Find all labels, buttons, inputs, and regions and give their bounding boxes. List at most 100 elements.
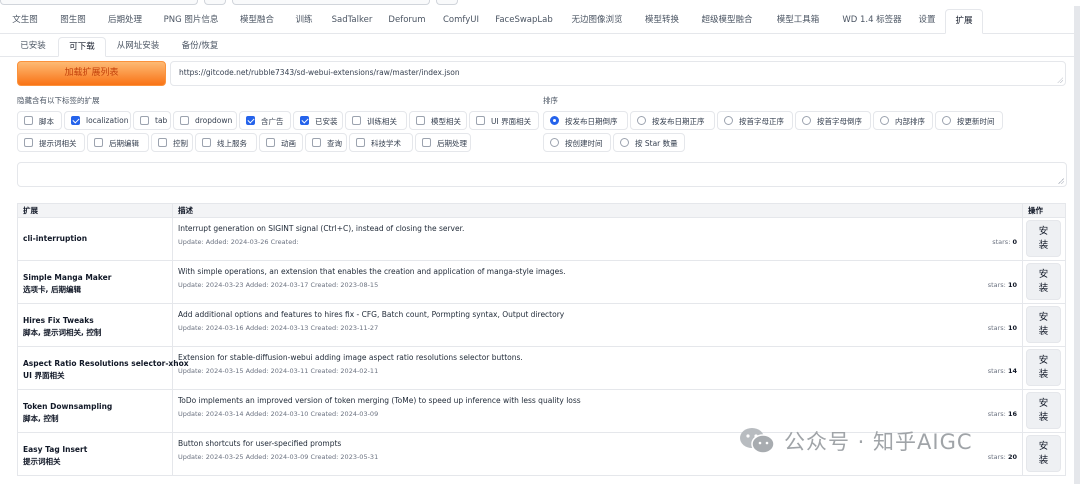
tab-deforum[interactable]: Deforum — [384, 9, 430, 32]
tab-extras[interactable]: 后期处理 — [100, 9, 150, 32]
hide-tag-models[interactable]: 模型相关 — [409, 111, 467, 130]
hide-tag-script[interactable]: 脚本 — [17, 111, 62, 130]
install-button[interactable]: 安装 — [1026, 220, 1061, 257]
hide-tag-installed[interactable]: 已安装 — [293, 111, 343, 130]
top-dropdown[interactable] — [0, 0, 198, 5]
checkbox-icon[interactable] — [158, 138, 167, 147]
checkbox-icon[interactable] — [416, 116, 425, 125]
hide-tag-postprocessing[interactable]: 后期处理 — [415, 133, 471, 152]
watermark: 公众号 · 知乎AIGC — [738, 424, 973, 458]
radio-selected-icon[interactable] — [550, 116, 559, 125]
extension-cell: Aspect Ratio Resolutions selector-xhox UI… — [17, 346, 189, 390]
extension-name-link[interactable]: Token Downsampling — [23, 402, 112, 411]
sort-newest-first[interactable]: 按发布日期倒序 — [543, 111, 628, 130]
tab-model-toolkit[interactable]: 模型工具箱 — [767, 9, 829, 32]
checkbox-icon[interactable] — [24, 116, 33, 125]
tab-txt2img[interactable]: 文生图 — [6, 9, 44, 32]
tab-png-info[interactable]: PNG 图片信息 — [157, 9, 225, 32]
checkbox-icon[interactable] — [94, 138, 103, 147]
checkbox-icon[interactable] — [140, 116, 149, 125]
checkbox-checked-icon[interactable] — [71, 116, 80, 125]
tab-checkpoint-merger[interactable]: 模型融合 — [232, 9, 282, 32]
tab-train[interactable]: 训练 — [288, 9, 320, 32]
hide-tag-tab[interactable]: tab — [133, 111, 171, 130]
checkbox-icon[interactable] — [476, 116, 485, 125]
checkbox-icon[interactable] — [202, 138, 211, 147]
sort-stars[interactable]: 按 Star 数量 — [613, 133, 685, 152]
install-button[interactable]: 安装 — [1026, 392, 1061, 429]
sort-oldest-first[interactable]: 按发布日期正序 — [630, 111, 715, 130]
checkbox-icon[interactable] — [266, 138, 275, 147]
radio-icon[interactable] — [802, 116, 811, 125]
radio-icon[interactable] — [550, 138, 559, 147]
load-extension-list-button[interactable]: 加载扩展列表 — [17, 61, 166, 86]
scrollbar-track[interactable] — [1074, 6, 1080, 484]
tab-extensions[interactable]: 扩展 — [945, 9, 983, 34]
hide-tag-dropdown[interactable]: dropdown — [173, 111, 237, 130]
checkbox-checked-icon[interactable] — [246, 116, 255, 125]
install-button[interactable]: 安装 — [1026, 349, 1061, 386]
tab-sadtalker[interactable]: SadTalker — [326, 9, 378, 32]
tab-model-converter[interactable]: 模型转换 — [637, 9, 687, 32]
description-cell: Extension for stable-diffusion-webui add… — [172, 346, 1023, 390]
hide-tag-editing[interactable]: 后期编辑 — [87, 133, 149, 152]
sort-z-a[interactable]: 按首字母倒序 — [795, 111, 871, 130]
radio-icon[interactable] — [724, 116, 733, 125]
radio-icon[interactable] — [942, 116, 951, 125]
sort-create-time[interactable]: 按创建时间 — [543, 133, 611, 152]
top-refresh-button[interactable] — [204, 0, 226, 5]
top-refresh-button-2[interactable] — [436, 0, 458, 5]
extension-name-link[interactable]: Simple Manga Maker — [23, 273, 111, 282]
tab-img2img[interactable]: 图生图 — [52, 9, 94, 32]
subtab-available[interactable]: 可下载 — [58, 37, 106, 57]
hide-tag-ui-related[interactable]: UI 界面相关 — [469, 111, 539, 130]
search-textarea[interactable] — [17, 162, 1067, 187]
subtab-backup-restore[interactable]: 备份/恢复 — [172, 37, 228, 55]
hide-tag-animation[interactable]: 动画 — [259, 133, 303, 152]
install-button[interactable]: 安装 — [1026, 263, 1061, 300]
hide-tag-science[interactable]: 科技学术 — [349, 133, 413, 152]
hide-tag-localization[interactable]: localization — [64, 111, 131, 130]
radio-icon[interactable] — [620, 138, 629, 147]
checkbox-icon[interactable] — [312, 138, 321, 147]
extension-description: Interrupt generation on SIGINT signal (C… — [178, 224, 465, 233]
checkbox-icon[interactable] — [422, 138, 431, 147]
hide-tag-ads[interactable]: 含广告 — [239, 111, 291, 130]
extension-cell: Hires Fix Tweaks 脚本, 提示词相关, 控制 — [17, 303, 173, 347]
install-button[interactable]: 安装 — [1026, 435, 1061, 472]
tab-comfyui[interactable]: ComfyUI — [436, 9, 486, 32]
column-header-extension: 扩展 — [17, 203, 173, 218]
hide-tag-online[interactable]: 线上服务 — [195, 133, 257, 152]
hide-tag-training[interactable]: 训练相关 — [345, 111, 407, 130]
extension-name-link[interactable]: cli-interruption — [23, 234, 87, 243]
install-button[interactable]: 安装 — [1026, 306, 1061, 343]
extension-name-link[interactable]: Easy Tag Insert — [23, 445, 87, 454]
top-vae-dropdown[interactable] — [232, 0, 430, 5]
hide-tag-manipulations[interactable]: 控制 — [151, 133, 193, 152]
tab-faceswaplab[interactable]: FaceSwapLab — [492, 9, 556, 32]
extension-name-link[interactable]: Aspect Ratio Resolutions selector-xhox — [23, 359, 189, 368]
tab-supermerger[interactable]: 超级模型融合 — [694, 9, 760, 32]
hide-tag-query[interactable]: 查询 — [305, 133, 347, 152]
radio-icon[interactable] — [637, 116, 646, 125]
extension-description: With simple operations, an extension tha… — [178, 267, 566, 276]
checkbox-icon[interactable] — [352, 116, 361, 125]
resize-grip-icon[interactable] — [1057, 77, 1063, 83]
checkbox-icon[interactable] — [24, 138, 33, 147]
checkbox-icon[interactable] — [356, 138, 365, 147]
radio-icon[interactable] — [880, 116, 889, 125]
sort-update-time[interactable]: 按更新时间 — [935, 111, 1003, 130]
subtab-install-from-url[interactable]: 从网址安装 — [108, 37, 168, 55]
subtab-installed[interactable]: 已安装 — [12, 37, 54, 55]
hide-tag-prompting[interactable]: 提示词相关 — [17, 133, 85, 152]
sort-internal[interactable]: 内部排序 — [873, 111, 933, 130]
checkbox-checked-icon[interactable] — [300, 116, 309, 125]
tab-wd14-tagger[interactable]: WD 1.4 标签器 — [835, 9, 909, 32]
sort-a-z[interactable]: 按首字母正序 — [717, 111, 793, 130]
index-url-field[interactable]: https://gitcode.net/rubble7343/sd-webui-… — [170, 61, 1066, 86]
checkbox-icon[interactable] — [180, 116, 189, 125]
tab-infinite-browser[interactable]: 无边图像浏览 — [563, 9, 631, 32]
extension-name-link[interactable]: Hires Fix Tweaks — [23, 316, 94, 325]
tab-settings[interactable]: 设置 — [912, 9, 942, 32]
resize-grip-icon[interactable] — [1058, 178, 1064, 184]
